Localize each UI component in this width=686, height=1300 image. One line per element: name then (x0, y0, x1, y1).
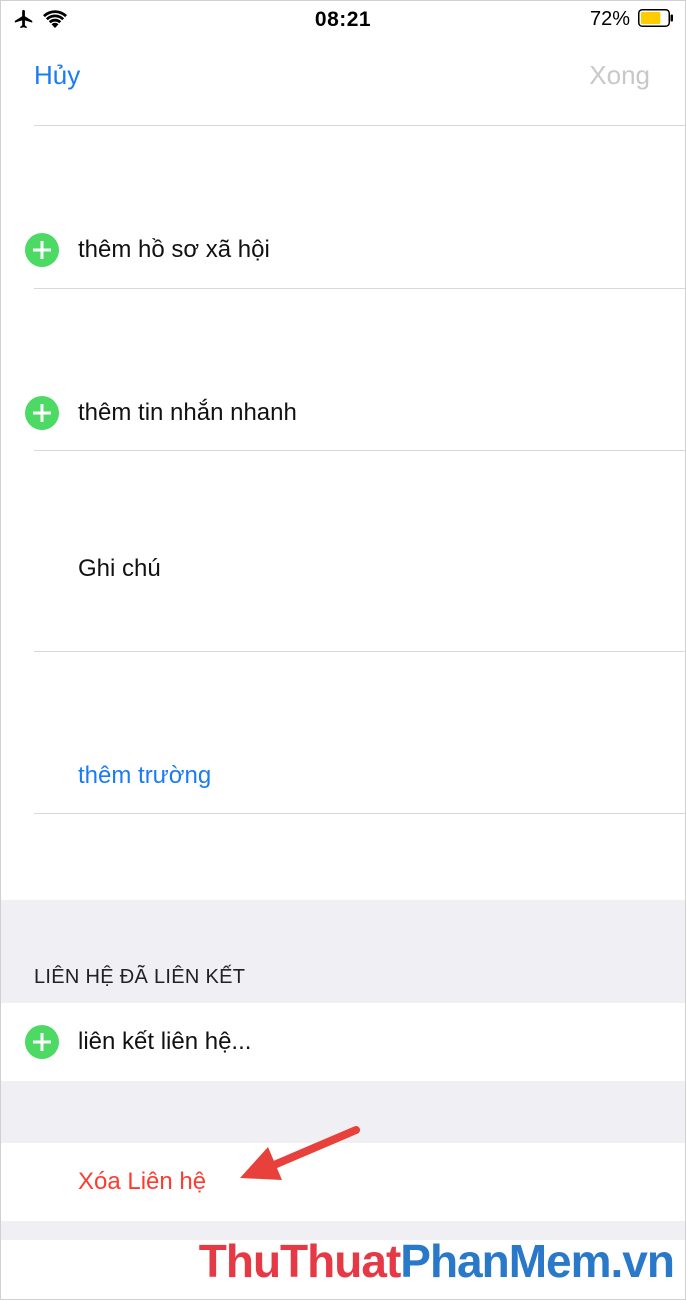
status-bar: 08:21 72% (0, 0, 686, 40)
done-button[interactable]: Xong (589, 60, 650, 91)
watermark-part2: PhanMem (400, 1235, 611, 1287)
cancel-button[interactable]: Hủy (34, 60, 80, 91)
add-field-row[interactable]: thêm trường (0, 746, 686, 806)
add-field-label: thêm trường (78, 762, 212, 789)
add-social-profile-label: thêm hồ sơ xã hội (78, 236, 270, 263)
notes-label: Ghi chú (78, 555, 161, 582)
add-instant-message-label: thêm tin nhắn nhanh (78, 399, 297, 426)
plus-circle-icon[interactable] (25, 1025, 59, 1059)
plus-circle-icon[interactable] (25, 233, 59, 267)
delete-contact-button[interactable]: Xóa Liên hệ (78, 1168, 206, 1196)
separator (34, 813, 686, 814)
separator (34, 288, 686, 289)
watermark-part3: .vn (610, 1235, 675, 1287)
separator (34, 651, 686, 652)
add-instant-message-row[interactable]: thêm tin nhắn nhanh (0, 383, 686, 443)
separator (34, 450, 686, 451)
watermark-part1: ThuThuat (198, 1235, 401, 1287)
battery-percent: 72% (589, 8, 630, 30)
notes-row[interactable]: Ghi chú (0, 539, 686, 599)
arrow-annotation-icon (240, 1126, 360, 1180)
link-contact-row[interactable]: liên kết liên hệ... (0, 1012, 686, 1072)
link-contact-label: liên kết liên hệ... (78, 1028, 252, 1055)
watermark-logo: ThuThuatPhanMem.vn (198, 1235, 675, 1287)
add-social-profile-row[interactable]: thêm hồ sơ xã hội (0, 220, 686, 280)
battery-icon (638, 9, 673, 27)
separator (34, 125, 686, 126)
status-time: 08:21 (314, 8, 372, 31)
linked-contacts-header: LIÊN HỆ ĐÃ LIÊN KẾT (34, 966, 246, 988)
plus-circle-icon[interactable] (25, 396, 59, 430)
